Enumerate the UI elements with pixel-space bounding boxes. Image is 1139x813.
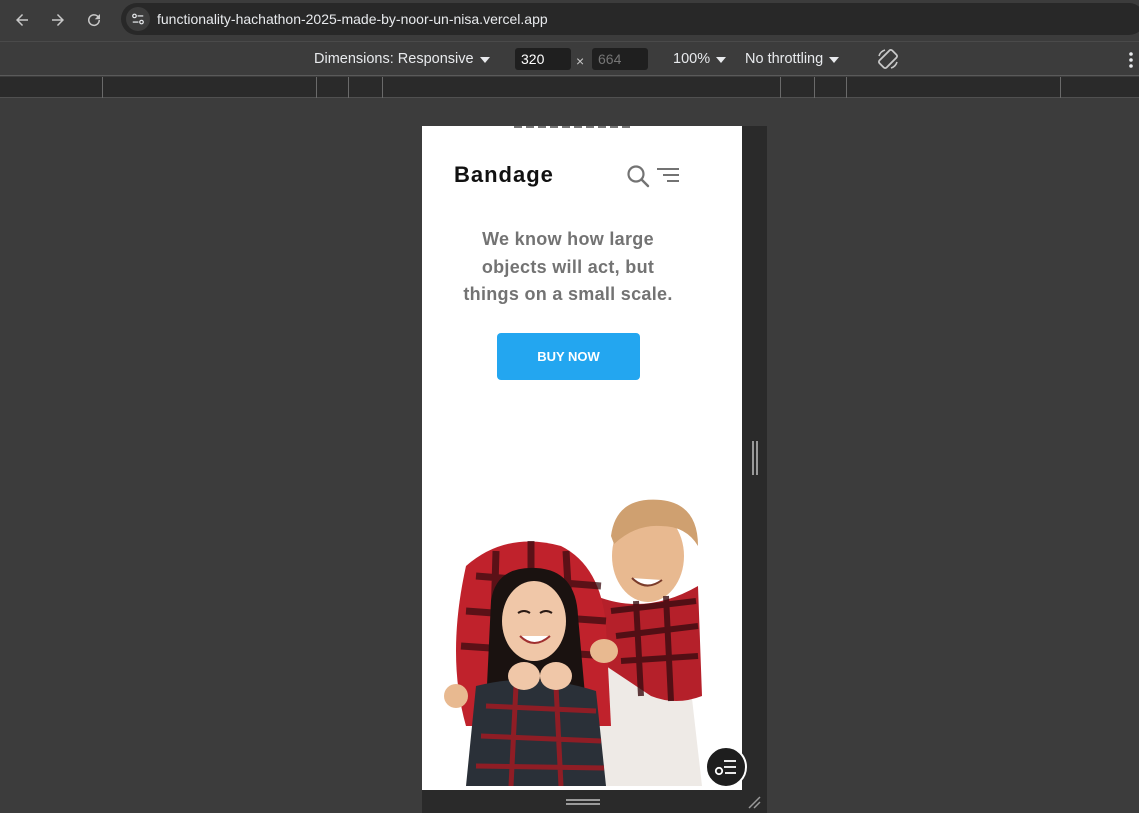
address-bar[interactable]: functionality-hachathon-2025-made-by-noo… [121, 3, 1139, 35]
url-text[interactable]: functionality-hachathon-2025-made-by-noo… [157, 11, 548, 27]
hamburger-menu-icon[interactable] [656, 166, 680, 184]
reload-icon[interactable] [79, 5, 109, 35]
viewport-bottom-resizer[interactable] [422, 790, 767, 813]
clipped-previous-content [514, 126, 630, 128]
site-info-icon[interactable] [126, 7, 150, 31]
viewport-right-resizer[interactable] [742, 126, 767, 790]
emulated-viewport: Bandage We know how large objects will a… [422, 126, 742, 790]
media-query-ruler[interactable] [0, 77, 1139, 98]
zoom-dropdown[interactable]: 100% [673, 51, 727, 67]
throttling-dropdown[interactable]: No throttling [745, 51, 840, 67]
dimensions-label: Dimensions: Responsive [314, 51, 474, 67]
couple-photo-illustration [436, 496, 702, 786]
list-settings-icon [714, 760, 736, 776]
more-options-icon[interactable] [1128, 51, 1134, 69]
chevron-down-icon [479, 57, 490, 63]
dimension-separator: × [576, 53, 585, 69]
back-arrow-icon[interactable] [7, 5, 37, 35]
hero-image [436, 496, 702, 786]
search-icon[interactable] [626, 164, 650, 188]
forward-arrow-icon[interactable] [43, 5, 73, 35]
hero-headline: We know how large objects will act, but … [463, 229, 673, 304]
browser-toolbar: functionality-hachathon-2025-made-by-noo… [0, 0, 1139, 41]
corner-resize-icon[interactable] [746, 794, 762, 810]
width-input[interactable] [515, 48, 571, 70]
resize-handle-icon[interactable] [566, 799, 600, 805]
dimensions-dropdown[interactable]: Dimensions: Responsive [314, 51, 490, 67]
zoom-label: 100% [673, 51, 711, 67]
floating-menu-button[interactable] [705, 746, 747, 788]
device-toolbar: Dimensions: Responsive × 100% No throttl… [0, 41, 1139, 76]
height-input[interactable] [592, 48, 648, 70]
chevron-down-icon [716, 57, 727, 63]
buy-now-button[interactable]: BUY NOW [497, 333, 640, 380]
rotate-icon[interactable] [876, 47, 900, 71]
resize-handle-icon[interactable] [752, 441, 758, 475]
chevron-down-icon [829, 57, 840, 63]
brand-logo[interactable]: Bandage [454, 162, 554, 188]
throttling-label: No throttling [745, 51, 824, 67]
